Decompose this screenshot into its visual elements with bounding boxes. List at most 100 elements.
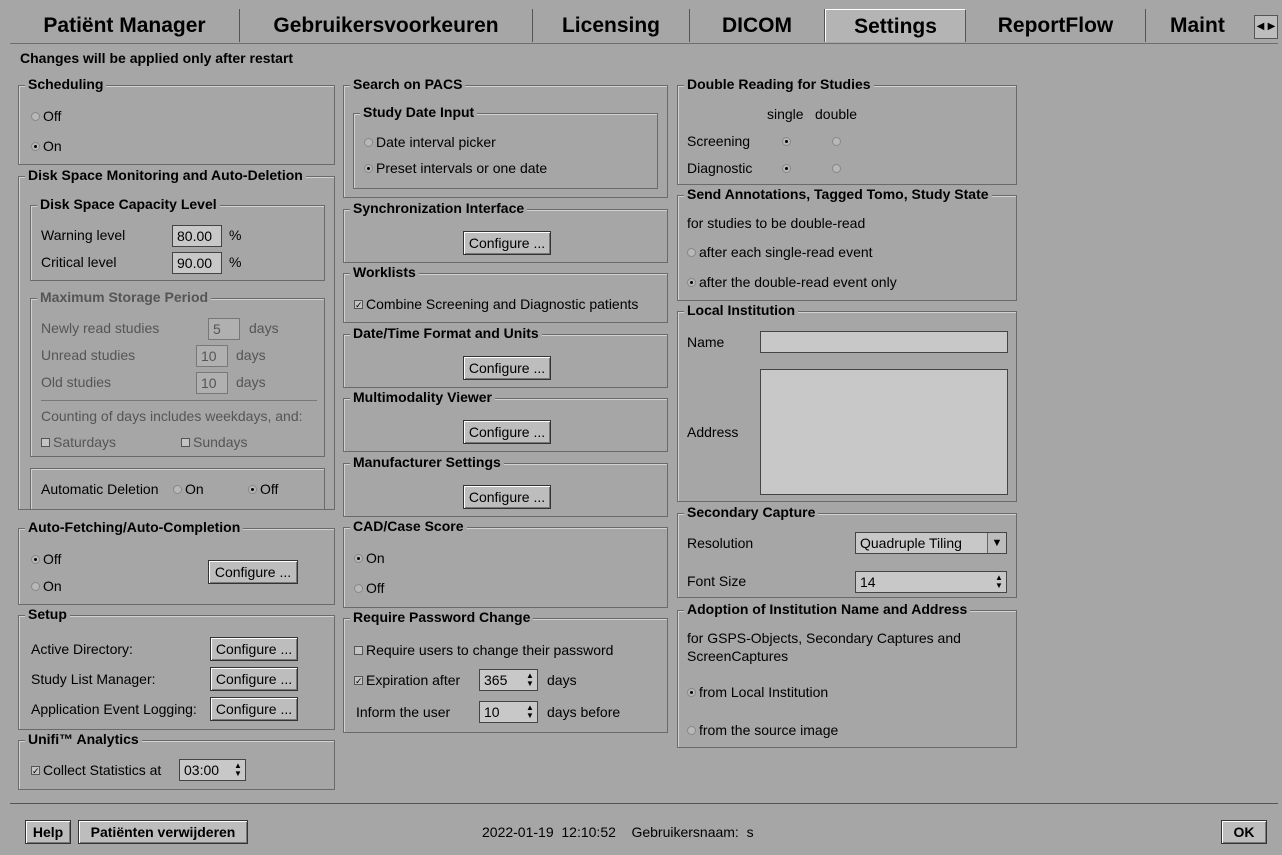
manufacturer-configure-button[interactable]: Configure ... — [463, 485, 551, 509]
institution-name-input[interactable] — [760, 331, 1008, 353]
spinner-arrows-icon[interactable]: ▲ ▼ — [525, 672, 535, 688]
ok-button[interactable]: OK — [1221, 820, 1267, 844]
adoption-description: for GSPS-Objects, Secondary Captures and… — [687, 630, 961, 664]
tab-gebruikersvoorkeuren[interactable]: Gebruikersvoorkeuren — [240, 9, 533, 42]
scheduling-on-radio[interactable]: On — [31, 138, 62, 154]
spinner-arrows-icon[interactable]: ▲ ▼ — [525, 704, 535, 720]
autofetch-on-radio[interactable]: On — [31, 578, 62, 594]
tab-scroll-left-icon[interactable]: ◀ — [1255, 16, 1266, 38]
cad-title: CAD/Case Score — [350, 518, 467, 534]
statistics-time-value: 03:00 — [184, 762, 220, 778]
require-password-checkbox[interactable]: Require users to change their password — [354, 642, 613, 658]
datetime-configure-button[interactable]: Configure ... — [463, 356, 551, 380]
statistics-time-spinner[interactable]: 03:00 ▲ ▼ — [179, 759, 246, 781]
autofetch-title: Auto-Fetching/Auto-Completion — [25, 519, 244, 535]
study-date-input-group: Study Date Input Date interval picker Pr… — [353, 104, 658, 189]
help-button[interactable]: Help — [25, 820, 71, 844]
single-column-header: single — [767, 106, 804, 122]
inform-user-spinner[interactable]: 10 ▲ ▼ — [479, 701, 538, 723]
secondary-capture-title: Secondary Capture — [684, 504, 819, 520]
diagnostic-single-radio[interactable] — [782, 160, 794, 176]
diagnostic-double-radio[interactable] — [832, 160, 844, 176]
resolution-select[interactable]: Quadruple Tiling ▼ — [855, 532, 1007, 554]
saturdays-checkbox[interactable]: Saturdays — [41, 434, 116, 450]
preset-intervals-label: Preset intervals or one date — [376, 160, 548, 176]
multimodality-group: Multimodality Viewer Configure ... — [343, 389, 668, 452]
screening-double-radio[interactable] — [832, 133, 844, 149]
study-list-manager-configure-button[interactable]: Configure ... — [210, 667, 298, 691]
unread-days: days — [236, 347, 266, 363]
spinner-arrows-icon[interactable]: ▲ ▼ — [994, 574, 1004, 590]
password-title: Require Password Change — [350, 609, 534, 625]
datetime-group: Date/Time Format and Units Configure ... — [343, 325, 668, 388]
newly-read-input[interactable]: 5 — [208, 318, 240, 340]
unread-input[interactable]: 10 — [196, 345, 228, 367]
double-read-event-radio[interactable]: after the double-read event only — [687, 274, 897, 290]
setup-title: Setup — [25, 606, 70, 622]
event-logging-configure-button[interactable]: Configure ... — [210, 697, 298, 721]
date-interval-picker-radio[interactable]: Date interval picker — [364, 134, 496, 150]
delete-patients-button[interactable]: Patiënten verwijderen — [78, 820, 248, 844]
critical-level-input[interactable]: 90.00 — [172, 252, 222, 274]
warning-level-input[interactable]: 80.00 — [172, 225, 222, 247]
radio-selected-icon — [782, 163, 791, 173]
critical-percent: % — [229, 254, 242, 270]
from-source-image-radio[interactable]: from the source image — [687, 722, 838, 738]
screening-label: Screening — [687, 133, 751, 149]
auto-deletion-off-label: Off — [260, 481, 279, 497]
combine-screening-checkbox[interactable]: ✓ Combine Screening and Diagnostic patien… — [354, 296, 638, 312]
checkbox-checked-icon: ✓ — [31, 765, 40, 776]
cad-on-radio[interactable]: On — [354, 550, 385, 566]
worklists-title: Worklists — [350, 264, 419, 280]
tab-scroll-arrows: ◀ ▶ — [1254, 15, 1278, 39]
spinner-arrows-icon[interactable]: ▲ ▼ — [233, 762, 243, 778]
cad-off-radio[interactable]: Off — [354, 580, 384, 596]
combine-screening-label: Combine Screening and Diagnostic patient… — [366, 296, 639, 312]
tab-maint[interactable]: Maint — [1146, 9, 1256, 42]
auto-deletion-off-radio[interactable]: Off — [248, 481, 278, 497]
expiration-value: 365 — [484, 672, 508, 688]
tab-reportflow[interactable]: ReportFlow — [966, 9, 1146, 42]
screening-single-radio[interactable] — [782, 133, 794, 149]
newly-read-days: days — [249, 320, 279, 336]
single-read-event-radio[interactable]: after each single-read event — [687, 244, 873, 260]
sync-configure-button[interactable]: Configure ... — [463, 231, 551, 255]
radio-icon — [31, 581, 40, 591]
auto-deletion-group: Automatic Deletion On Off — [30, 468, 325, 510]
old-studies-input[interactable]: 10 — [196, 372, 228, 394]
date-interval-picker-label: Date interval picker — [376, 134, 496, 150]
manufacturer-group: Manufacturer Settings Configure ... — [343, 454, 668, 517]
critical-level-label: Critical level — [41, 254, 117, 270]
expiration-spinner[interactable]: 365 ▲ ▼ — [479, 669, 538, 691]
send-annotations-subtitle: for studies to be double-read — [687, 215, 866, 231]
cad-group: CAD/Case Score On Off — [343, 518, 668, 608]
tab-patient-manager[interactable]: Patiënt Manager — [10, 9, 240, 42]
storage-divider — [41, 400, 317, 401]
tab-dicom[interactable]: DICOM — [690, 9, 825, 42]
font-size-label: Font Size — [687, 573, 747, 589]
double-reading-title: Double Reading for Studies — [684, 76, 874, 92]
preset-intervals-radio[interactable]: Preset intervals or one date — [364, 160, 547, 176]
autofetch-configure-button[interactable]: Configure ... — [208, 560, 298, 584]
tab-settings[interactable]: Settings — [825, 9, 966, 42]
expiration-checkbox[interactable]: ✓ Expiration after — [354, 672, 460, 688]
active-directory-configure-button[interactable]: Configure ... — [210, 637, 298, 661]
double-column-header: double — [815, 106, 858, 122]
tab-licensing[interactable]: Licensing — [533, 9, 690, 42]
tab-scroll-right-icon[interactable]: ▶ — [1266, 16, 1277, 38]
autofetch-off-radio[interactable]: Off — [31, 551, 61, 567]
font-size-spinner[interactable]: 14 ▲ ▼ — [855, 571, 1007, 593]
dropdown-arrow-icon[interactable]: ▼ — [987, 533, 1006, 553]
sundays-checkbox[interactable]: Sundays — [181, 434, 247, 450]
collect-statistics-checkbox[interactable]: ✓ Collect Statistics at — [31, 762, 161, 778]
auto-deletion-on-radio[interactable]: On — [173, 481, 204, 497]
radio-icon — [364, 137, 373, 147]
scheduling-off-radio[interactable]: Off — [31, 108, 61, 124]
multimodality-configure-button[interactable]: Configure ... — [463, 420, 551, 444]
diagnostic-label: Diagnostic — [687, 160, 753, 176]
from-local-institution-radio[interactable]: from Local Institution — [687, 684, 828, 700]
expiration-label: Expiration after — [366, 672, 461, 688]
institution-address-textarea[interactable] — [760, 369, 1008, 495]
font-size-value: 14 — [860, 574, 876, 590]
radio-selected-icon — [354, 553, 363, 563]
